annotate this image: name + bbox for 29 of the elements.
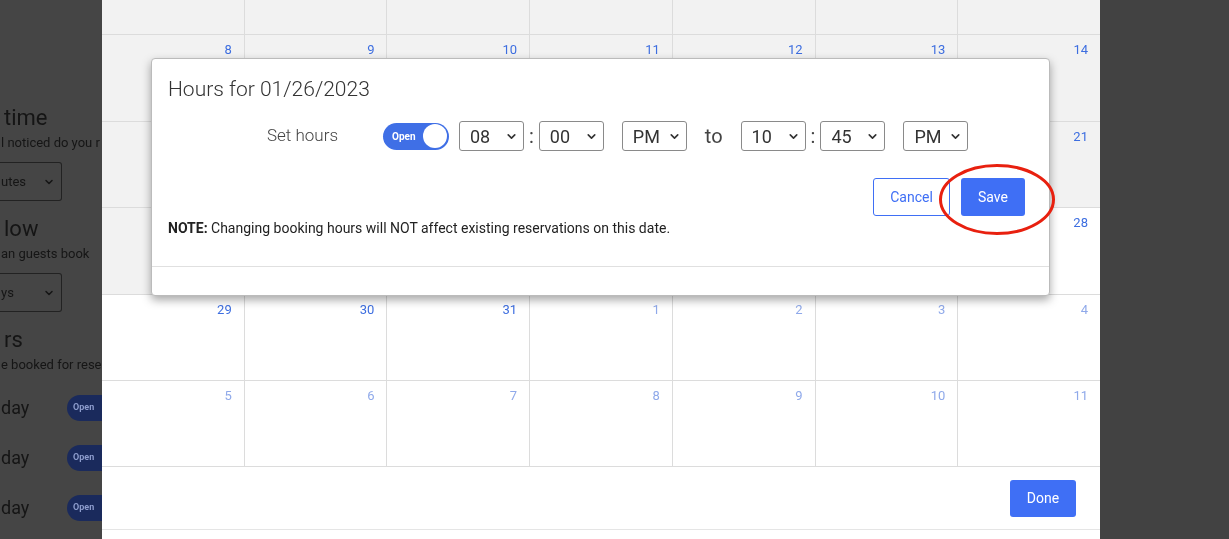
note-text: NOTE: Changing booking hours will NOT affect existing reservations on this date. (168, 219, 672, 238)
day-number: 12 (787, 42, 803, 58)
day-number: 8 (224, 42, 232, 58)
time-separator: : (810, 123, 816, 150)
day-number: 31 (502, 302, 518, 318)
day-number: 8 (652, 388, 660, 404)
day-number: 10 (930, 388, 946, 404)
day-number: 6 (367, 388, 375, 404)
day-number: 7 (509, 388, 518, 404)
day-number: 4 (1080, 302, 1089, 318)
day-number: 11 (1073, 388, 1089, 404)
time-separator: : (529, 123, 534, 150)
day-number: 30 (359, 302, 375, 318)
day-number: 10 (502, 42, 518, 58)
dialog-title: Hours for 01/26/2023 (168, 76, 371, 103)
day-number: 2 (795, 302, 803, 318)
day-number: 28 (1073, 215, 1088, 231)
day-number: 5 (224, 388, 232, 404)
day-number: 14 (1073, 42, 1089, 58)
to-label: to (704, 123, 723, 150)
day-number: 11 (645, 42, 660, 58)
day-number: 9 (795, 388, 803, 404)
set-hours-label: Set hours (267, 124, 340, 148)
day-number: 21 (1073, 129, 1088, 145)
day-number: 9 (367, 42, 375, 58)
day-number: 13 (930, 42, 946, 58)
day-number: 29 (217, 302, 232, 318)
day-number: 3 (938, 302, 946, 318)
day-number: 1 (652, 302, 660, 318)
